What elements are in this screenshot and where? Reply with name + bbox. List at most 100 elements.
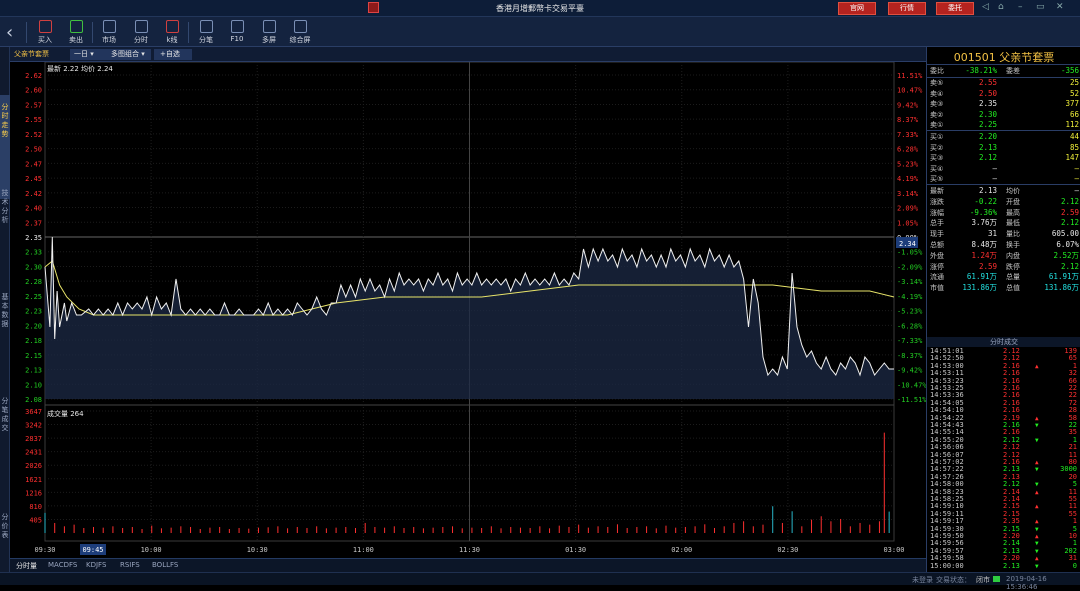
stat-value: 2.52万 — [1053, 250, 1079, 260]
price-tick-label: 2.62 — [25, 72, 42, 80]
tick-direction-icon: ▼ — [1035, 422, 1039, 429]
pct-tick-label: -7.33% — [897, 337, 923, 345]
pct-tick-label: 3.14% — [897, 190, 919, 198]
bid-row-volume: – — [1074, 163, 1079, 173]
time-tick-label: 10:30 — [247, 546, 268, 554]
pct-tick-label: 5.23% — [897, 160, 919, 168]
tick-direction-icon: ▲ — [1035, 362, 1039, 370]
home-icon[interactable]: ⌂ — [998, 2, 1004, 12]
tick-direction-icon: ▼ — [1035, 436, 1039, 444]
ask-row[interactable]: 卖④ 2.50 52 — [927, 89, 1080, 99]
house-sell-icon — [69, 20, 83, 33]
kline-button[interactable]: k线 — [158, 20, 186, 45]
stat-row: 现手 31 量比 605.00 — [927, 229, 1080, 239]
hover-time-value: 09:45 — [82, 546, 103, 554]
pct-tick-label: 10.47% — [897, 87, 923, 95]
volume-tick-label: 2837 — [25, 435, 42, 443]
stat-label: 总手 — [930, 219, 944, 228]
document-icon — [230, 20, 244, 33]
sell-button[interactable]: 卖出 — [62, 20, 90, 45]
bid-row-price: 2.12 — [978, 153, 997, 162]
timeshare-chart[interactable]: 2.62 2.60 2.57 2.55 2.52 2.50 2.47 2.45 2.42 2.40… — [10, 47, 926, 558]
ask-row-label: 卖② — [930, 110, 944, 119]
side-tab-price-table[interactable]: 分价表 — [0, 513, 10, 540]
minimize-icon[interactable]: – — [1018, 2, 1023, 12]
bid-row-label: 买① — [930, 133, 944, 141]
two-pane-icon — [262, 20, 276, 33]
current-price-value: 2.34 — [899, 240, 916, 248]
price-tick-label: 2.57 — [25, 101, 42, 109]
indicator-tab-boll[interactable]: BOLLFS — [152, 561, 178, 569]
time-tick-label: 03:00 — [883, 546, 904, 554]
connection-icon — [993, 576, 1000, 582]
stat-value: 61.91万 — [966, 272, 997, 282]
stat-value: 2.59 — [1060, 207, 1079, 217]
toolbar-separator — [188, 22, 189, 43]
mode-select[interactable]: 多图组合 ▾ — [109, 49, 151, 60]
stat-value: 1.24万 — [971, 250, 997, 260]
indicator-tab-kdj[interactable]: KDJFS — [86, 561, 106, 569]
price-tick-label: 2.40 — [25, 205, 42, 213]
ask-row-label: 卖① — [930, 121, 944, 129]
tick-direction-icon: ▲ — [1035, 414, 1039, 422]
volume-tick-label: 3647 — [25, 408, 42, 416]
side-tab-technical[interactable]: 技术分析 — [0, 189, 10, 225]
price-tick-label: 2.52 — [25, 131, 42, 139]
order-button[interactable]: 委托 — [936, 2, 974, 15]
ask-row-price: 2.25 — [978, 120, 997, 129]
pct-tick-label: -4.19% — [897, 293, 923, 301]
buy-button[interactable]: 买入 — [31, 20, 59, 45]
bid-row[interactable]: 买② 2.13 85 — [927, 143, 1080, 153]
side-tab-trades[interactable]: 分笔成交 — [0, 397, 10, 433]
combined-screen-label: 综合屏 — [289, 36, 311, 44]
bid-row[interactable]: 买③ 2.12 147 — [927, 153, 1080, 163]
indicator-tab-volume[interactable]: 分时量 — [16, 561, 37, 571]
combined-screen-button[interactable]: 综合屏 — [286, 20, 314, 45]
stat-value: 2.12 — [1060, 218, 1079, 228]
stat-value: 8.48万 — [971, 240, 997, 249]
side-tab-fundamentals[interactable]: 基本数据 — [0, 293, 10, 329]
bid-row[interactable]: 买⑤ – – — [927, 174, 1080, 184]
multi-screen-button[interactable]: 多屏 — [255, 20, 283, 45]
ask-row[interactable]: 卖③ 2.35 377 — [927, 99, 1080, 109]
stat-value: 2.59 — [978, 261, 997, 271]
price-tick-label: 2.25 — [25, 293, 42, 301]
price-tick-label: 2.23 — [25, 308, 42, 316]
ticks-header: 分时成交 — [927, 337, 1080, 347]
stat-value: 2.12 — [1060, 196, 1079, 206]
market-button[interactable]: 行情 — [888, 2, 926, 15]
indicator-tab-rsi[interactable]: RSIFS — [120, 561, 140, 569]
official-site-button[interactable]: 官网 — [838, 2, 876, 15]
side-tab-timeshare[interactable]: 分时走势 — [0, 103, 10, 139]
time-tick-label: 10:00 — [141, 546, 162, 554]
quote-title: 001501 父亲节套票 — [953, 51, 1055, 64]
period-select[interactable]: 一日 ▾ — [70, 49, 110, 60]
indicator-tab-macd[interactable]: MACDFS — [48, 561, 77, 569]
price-tick-label: 2.13 — [25, 367, 42, 375]
tick-time: 15:00:00 — [930, 561, 964, 570]
sound-icon[interactable]: ◁ — [982, 2, 989, 12]
ask-row[interactable]: 卖② 2.30 66 — [927, 110, 1080, 120]
price-tick-label: 2.15 — [25, 352, 42, 360]
tick-direction-icon: ▼ — [1035, 540, 1039, 548]
tick-row[interactable]: 15:00:00 2.13 ▼ 0 — [927, 561, 1080, 570]
chart-stock-name: 父亲节套票 — [14, 50, 49, 58]
ask-row[interactable]: 卖① 2.25 112 — [927, 120, 1080, 130]
back-arrow-icon[interactable]: ‹ — [6, 22, 13, 43]
f10-button[interactable]: F10 — [223, 20, 251, 43]
pct-tick-label: 4.19% — [897, 175, 919, 183]
stat-value: – — [1074, 186, 1079, 195]
ask-row[interactable]: 卖⑤ 2.55 25 — [927, 78, 1080, 88]
stat-value: 2.12 — [1060, 261, 1079, 271]
volume-tick-label: 2431 — [25, 449, 42, 457]
close-icon[interactable]: ✕ — [1056, 2, 1064, 12]
timeshare-button[interactable]: 分时 — [127, 20, 155, 45]
ticks-button[interactable]: 分笔 — [192, 20, 220, 45]
price-tick-label: 2.55 — [25, 116, 42, 124]
add-watchlist-button[interactable]: +自选 — [154, 49, 192, 60]
maximize-icon[interactable]: ▭ — [1036, 2, 1045, 12]
pct-tick-label: -10.47% — [897, 381, 926, 389]
market-tool-button[interactable]: 市场 — [95, 20, 123, 45]
bid-row[interactable]: 买① 2.20 44 — [927, 132, 1080, 142]
bid-row[interactable]: 买④ – – — [927, 164, 1080, 174]
